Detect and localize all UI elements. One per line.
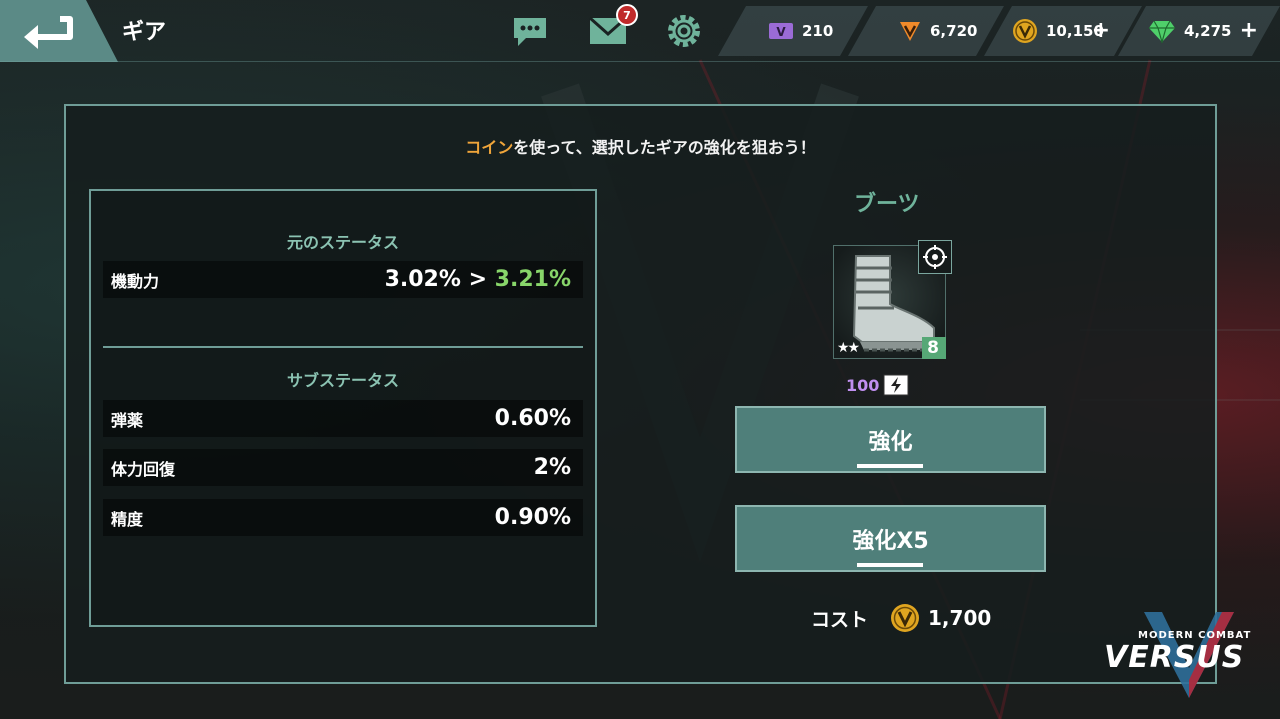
message-text: を使って、選択したギアの強化を狙おう！ bbox=[513, 138, 816, 157]
sub-stat-value: 0.90% bbox=[494, 505, 571, 530]
add-gems-button[interactable]: + bbox=[1240, 18, 1258, 43]
enhance-x5-button[interactable]: 強化X5 bbox=[735, 505, 1046, 572]
main-stat-row: 機動力 3.02% > 3.21% bbox=[103, 261, 583, 298]
crosshair-icon bbox=[923, 245, 947, 269]
currency-v-token[interactable]: 6,720 bbox=[848, 6, 1004, 56]
currency-gems[interactable]: 4,275 + bbox=[1118, 6, 1280, 56]
cost-label: コスト bbox=[811, 608, 869, 631]
gear-level: 8 bbox=[927, 338, 939, 358]
top-bar: ギア 7 V 210 6,720 10,150 + 4,275 + bbox=[0, 0, 1280, 62]
ticket-icon: V bbox=[768, 21, 794, 41]
sub-stat-label: 弾薬 bbox=[111, 410, 144, 430]
gear-upgrade-panel: コインを使って、選択したギアの強化を狙おう！ 元のステータス 機動力 3.02%… bbox=[64, 104, 1217, 684]
add-coins-button[interactable]: + bbox=[1092, 18, 1110, 43]
gear-stars: ★★ bbox=[837, 340, 860, 356]
sub-stat-row: 精度 0.90% bbox=[103, 499, 583, 536]
gear-settings-icon bbox=[668, 15, 700, 47]
back-arrow-icon bbox=[24, 16, 73, 49]
sub-stat-value: 2% bbox=[533, 455, 571, 480]
svg-text:V: V bbox=[776, 25, 786, 39]
upgrade-part-amount: 100 bbox=[846, 375, 880, 395]
sub-stat-label: 体力回復 bbox=[111, 459, 176, 479]
main-stat-next: 3.21% bbox=[494, 267, 571, 292]
v-coin-gold-icon bbox=[1012, 18, 1038, 44]
upgrade-part-icon bbox=[883, 374, 909, 396]
cost-display: コスト 1,700 bbox=[811, 603, 991, 633]
enhance-x5-button-underline bbox=[857, 563, 923, 567]
stats-box: 元のステータス 機動力 3.02% > 3.21% サブステータス 弾薬 0.6… bbox=[89, 189, 597, 627]
gear-name: ブーツ bbox=[854, 192, 920, 217]
page-title: ギア bbox=[122, 20, 167, 45]
v-token-amount: 6,720 bbox=[930, 22, 978, 40]
enhance-button-underline bbox=[857, 464, 923, 468]
enhance-x5-button-label: 強化X5 bbox=[852, 528, 929, 554]
sub-stat-label: 精度 bbox=[111, 509, 144, 529]
sub-stat-row: 弾薬 0.60% bbox=[103, 400, 583, 437]
chat-bubble-icon bbox=[514, 18, 546, 46]
sub-stat-row: 体力回復 2% bbox=[103, 449, 583, 486]
main-stat-current: 3.02% bbox=[384, 267, 461, 292]
instruction-message: コインを使って、選択したギアの強化を狙おう！ bbox=[66, 134, 1215, 158]
gem-amount: 4,275 bbox=[1184, 22, 1232, 40]
stats-divider bbox=[103, 346, 583, 348]
v-token-orange-icon bbox=[898, 19, 922, 43]
top-bar-divider bbox=[0, 61, 1280, 62]
ticket-amount: 210 bbox=[802, 22, 834, 40]
sub-stat-value: 0.60% bbox=[494, 406, 571, 431]
cost-value: 1,700 bbox=[928, 606, 992, 630]
main-stat-arrow: > bbox=[468, 267, 487, 292]
main-stat-value: 3.02% > 3.21% bbox=[385, 267, 571, 292]
currency-tickets[interactable]: V 210 bbox=[718, 6, 868, 56]
sub-status-title: サブステータス bbox=[286, 371, 399, 390]
currency-coins[interactable]: 10,150 + bbox=[984, 6, 1142, 56]
settings-button[interactable] bbox=[664, 11, 704, 55]
gem-icon bbox=[1148, 19, 1176, 43]
enhance-button[interactable]: 強化 bbox=[735, 406, 1046, 473]
main-stat-label: 機動力 bbox=[111, 271, 160, 291]
original-status-title: 元のステータス bbox=[286, 233, 399, 252]
game-logo: MODERN COMBAT VERSUS bbox=[1104, 610, 1274, 700]
logo-title: VERSUS bbox=[1104, 640, 1245, 675]
chat-button[interactable] bbox=[510, 14, 550, 54]
mail-notification-badge: 7 bbox=[616, 4, 638, 26]
v-coin-gold-icon bbox=[891, 604, 920, 632]
back-button[interactable] bbox=[0, 0, 118, 62]
enhance-button-label: 強化 bbox=[868, 429, 913, 455]
upgrade-part-cost: 100 bbox=[846, 374, 909, 396]
target-button[interactable] bbox=[918, 240, 952, 274]
message-highlight: コイン bbox=[465, 138, 514, 157]
